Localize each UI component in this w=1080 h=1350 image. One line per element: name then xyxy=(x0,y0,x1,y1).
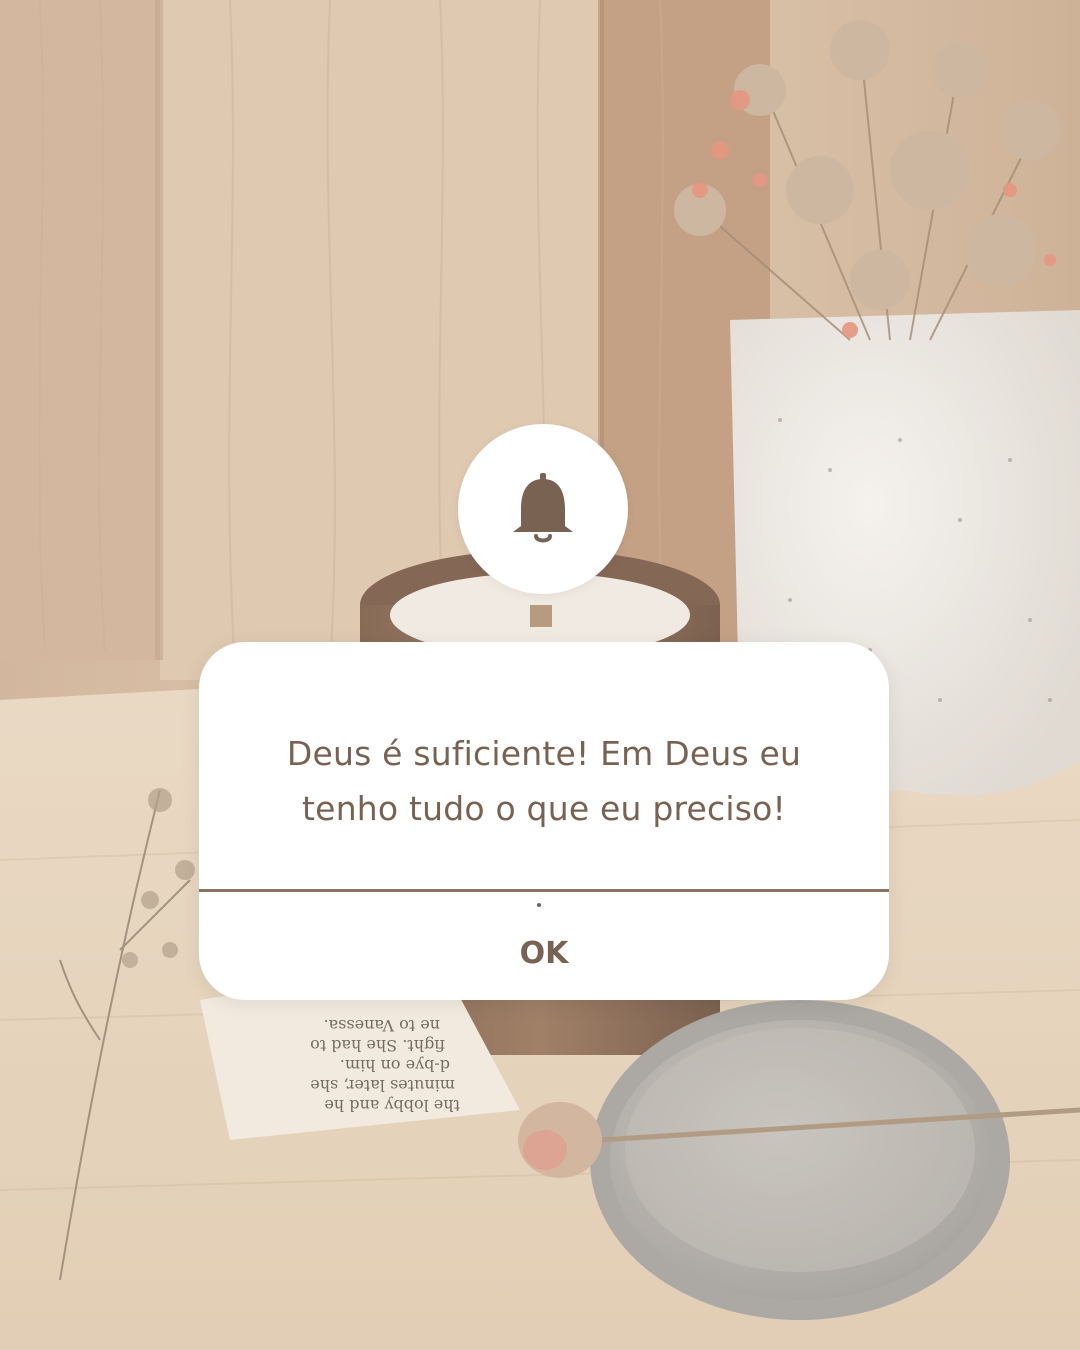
bell-badge xyxy=(458,424,628,594)
screen: the lobby and he minutes later, she d-by… xyxy=(0,0,1080,1350)
alert-message: Deus é suficiente! Em Deus eu tenho tudo… xyxy=(286,734,802,828)
bell-icon xyxy=(513,473,573,543)
alert-dialog: Deus é suficiente! Em Deus eu tenho tudo… xyxy=(199,642,889,1000)
ok-button[interactable]: OK xyxy=(199,892,889,1000)
